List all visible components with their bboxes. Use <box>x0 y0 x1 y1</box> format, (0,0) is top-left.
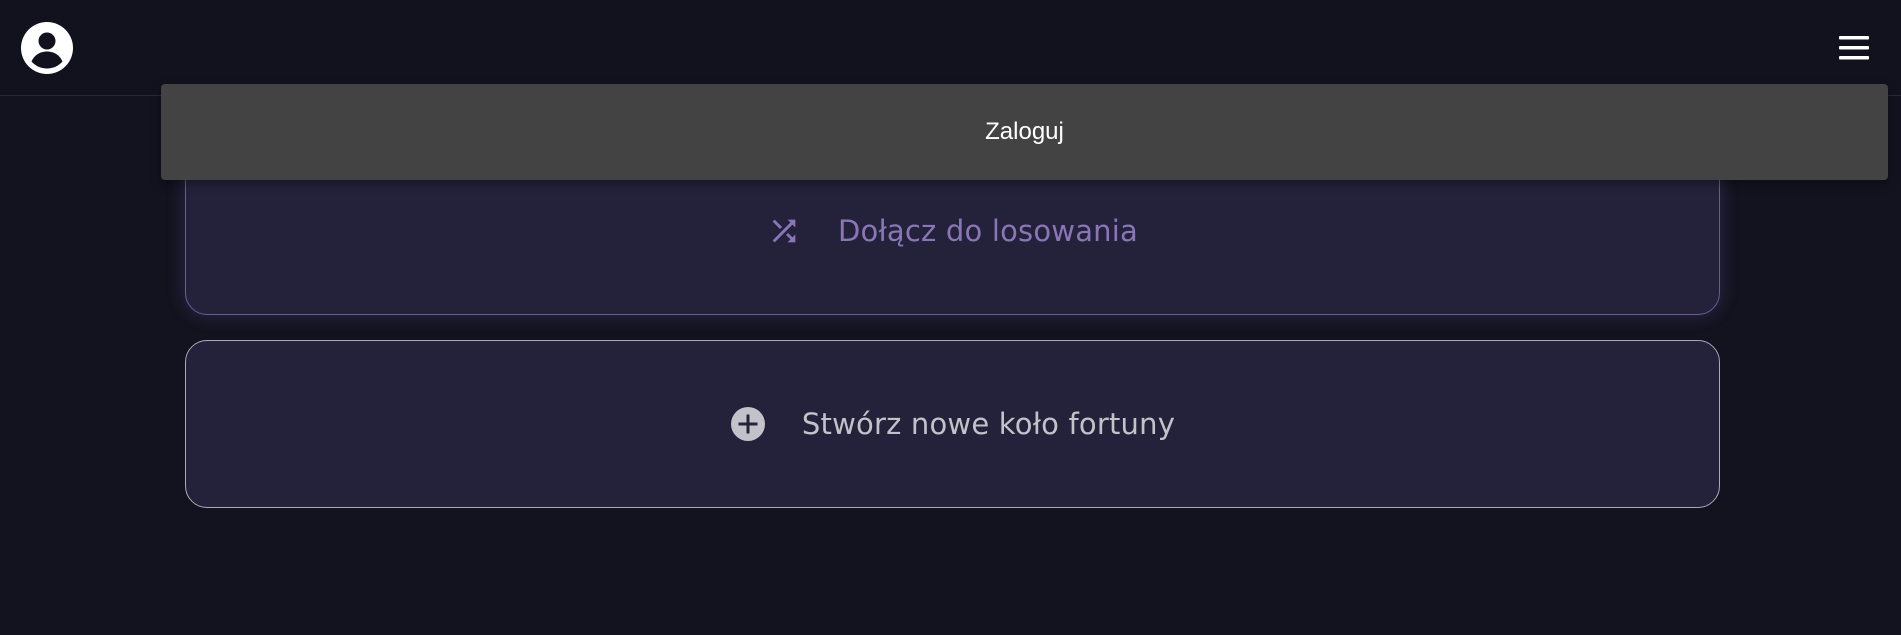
join-draw-label: Dołącz do losowania <box>838 214 1138 248</box>
top-app-bar <box>0 0 1901 96</box>
login-label: Zaloguj <box>985 118 1064 145</box>
shuffle-icon <box>767 214 801 248</box>
account-circle-icon[interactable] <box>21 22 73 74</box>
create-wheel-card[interactable]: Stwórz nowe koło fortuny <box>185 340 1720 508</box>
login-menu-item[interactable]: Zaloguj <box>161 84 1888 180</box>
hamburger-menu-icon[interactable] <box>1837 33 1871 63</box>
create-wheel-label: Stwórz nowe koło fortuny <box>801 407 1176 441</box>
add-circle-icon <box>730 406 766 442</box>
